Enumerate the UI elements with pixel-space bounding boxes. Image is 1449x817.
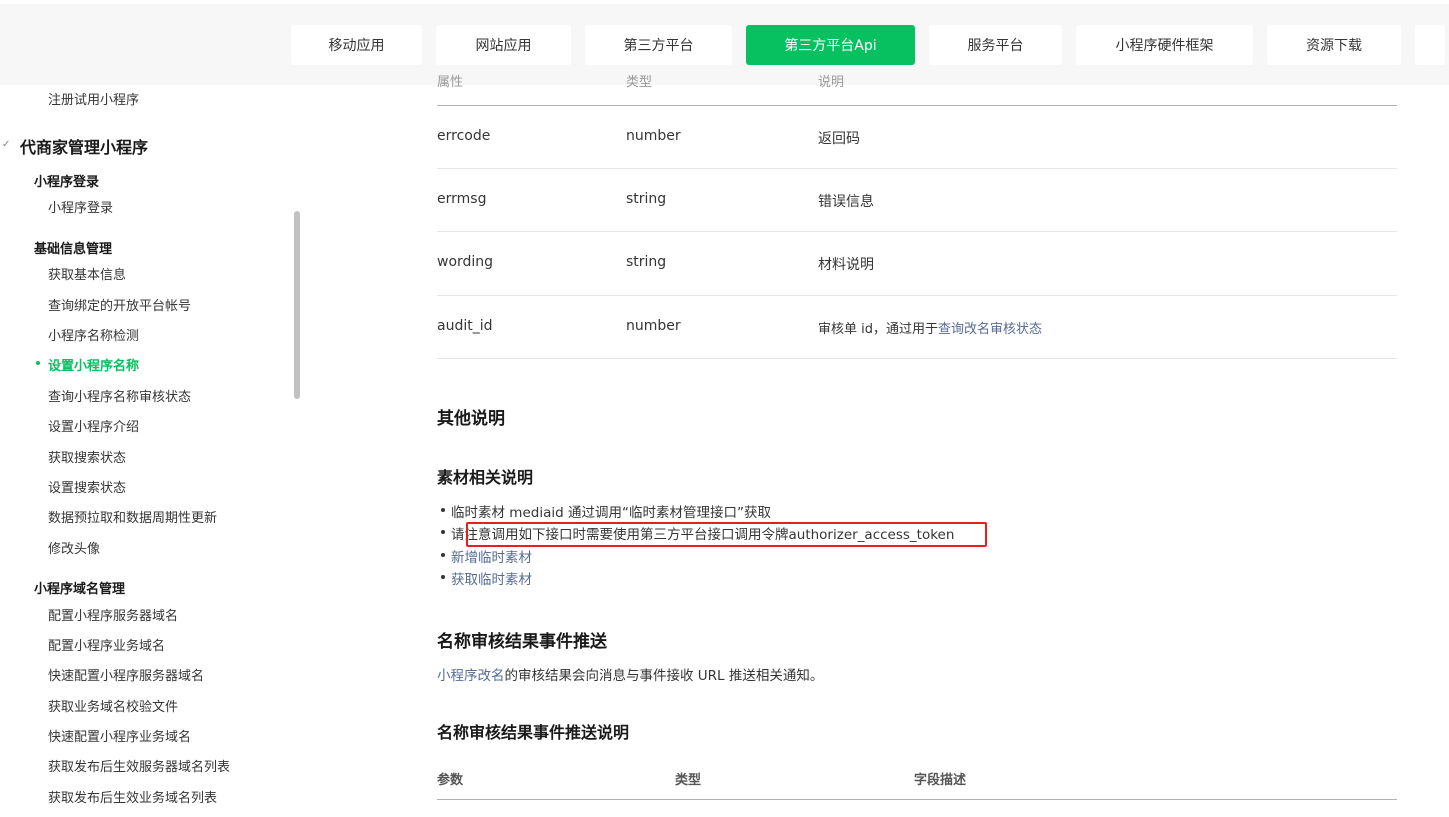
return-table-header: 属性 类型 说明: [437, 71, 1397, 106]
table-row: errcode number 返回码: [437, 106, 1397, 169]
sidebar-item-domain-verify-file[interactable]: 获取业务域名校验文件: [48, 696, 178, 715]
active-dot-icon: [36, 361, 40, 365]
sidebar-item-set-search-status[interactable]: 设置搜索状态: [48, 477, 126, 496]
tab-service-platform[interactable]: 服务平台: [929, 25, 1062, 65]
sidebar-item-name-check[interactable]: 小程序名称检测: [48, 325, 139, 344]
sidebar-item-register-trial[interactable]: 注册试用小程序: [48, 89, 139, 108]
sidebar-item-login[interactable]: 小程序登录: [48, 197, 113, 216]
tab-hardware-framework[interactable]: 小程序硬件框架: [1076, 25, 1253, 65]
cell-type: number: [626, 128, 681, 144]
cell-desc: 返回码: [818, 131, 860, 147]
sidebar-scrollbar[interactable]: [294, 211, 300, 399]
add-temp-material-link[interactable]: 新增临时素材: [441, 546, 532, 566]
event-detail-heading: 名称审核结果事件推送说明: [437, 723, 630, 742]
sidebar-item-query-open-account[interactable]: 查询绑定的开放平台帐号: [48, 295, 191, 314]
chevron-down-icon[interactable]: ✓: [2, 139, 10, 150]
table-row: audit_id number 审核单 id，通过用于查询改名审核状态: [437, 296, 1397, 359]
tab-website-app[interactable]: 网站应用: [436, 25, 571, 65]
table-row: errmsg string 错误信息: [437, 169, 1397, 232]
cell-name: errcode: [437, 128, 491, 144]
sidebar-item-effective-server-domains[interactable]: 获取发布后生效服务器域名列表: [48, 756, 230, 775]
table-row: wording string 材料说明: [437, 232, 1397, 296]
header-type: 类型: [626, 75, 653, 90]
sidebar-item-set-intro[interactable]: 设置小程序介绍: [48, 416, 139, 435]
sidebar-item-business-domain[interactable]: 配置小程序业务域名: [48, 635, 165, 654]
header-attribute: 属性: [437, 75, 464, 90]
event-push-heading: 名称审核结果事件推送: [437, 632, 607, 652]
sidebar-item-modify-avatar[interactable]: 修改头像: [48, 538, 100, 557]
get-temp-material-link[interactable]: 获取临时素材: [441, 568, 532, 588]
cell-desc: 错误信息: [818, 194, 874, 210]
header-type: 类型: [675, 773, 702, 788]
query-audit-status-link[interactable]: 查询改名审核状态: [938, 322, 1042, 337]
header-param: 参数: [437, 773, 464, 788]
sidebar-item-quick-server-domain[interactable]: 快速配置小程序服务器域名: [48, 665, 204, 684]
other-notes-heading: 其他说明: [437, 409, 505, 429]
list-item: 临时素材 mediaid 通过调用“临时素材管理接口”获取: [441, 501, 771, 521]
sidebar-item-effective-business-domains[interactable]: 获取发布后生效业务域名列表: [48, 787, 217, 806]
red-highlight-box: [466, 522, 987, 547]
cell-type: string: [626, 191, 667, 207]
event-push-description: 小程序改名的审核结果会向消息与事件接收 URL 推送相关通知。: [437, 664, 823, 684]
header-field-desc: 字段描述: [914, 773, 967, 788]
sidebar-item-get-basic-info[interactable]: 获取基本信息: [48, 264, 126, 283]
header-description: 说明: [818, 75, 845, 90]
sidebar-category-basic-info: 基础信息管理: [34, 242, 113, 257]
tab-overflow[interactable]: [1415, 25, 1445, 65]
tab-third-party-api[interactable]: 第三方平台Api: [746, 25, 915, 65]
cell-type: number: [626, 318, 681, 334]
tab-third-party-platform[interactable]: 第三方平台: [585, 25, 732, 65]
sidebar-item-quick-business-domain[interactable]: 快速配置小程序业务域名: [48, 726, 191, 745]
sidebar-nav: 注册试用小程序 ✓ 代商家管理小程序 小程序登录 小程序登录 基础信息管理 获取…: [0, 85, 291, 817]
cell-desc-text: 审核单 id，通过用于: [818, 322, 938, 337]
sidebar-category-login: 小程序登录: [34, 175, 100, 190]
sidebar-group-title[interactable]: 代商家管理小程序: [20, 134, 148, 158]
material-notes-heading: 素材相关说明: [437, 468, 534, 487]
event-table-header: 参数 类型 字段描述: [437, 769, 1397, 800]
cell-desc: 审核单 id，通过用于查询改名审核状态: [818, 318, 1042, 337]
event-push-description-text: 的审核结果会向消息与事件接收 URL 推送相关通知。: [504, 668, 824, 684]
sidebar-item-prefetch[interactable]: 数据预拉取和数据周期性更新: [48, 507, 217, 526]
sidebar-item-set-name[interactable]: 设置小程序名称: [48, 355, 139, 374]
top-nav-tabs: 移动应用 网站应用 第三方平台 第三方平台Api 服务平台 小程序硬件框架 资源…: [291, 25, 1445, 65]
cell-name: wording: [437, 254, 494, 270]
cell-type: string: [626, 254, 667, 270]
tab-mobile-app[interactable]: 移动应用: [291, 25, 422, 65]
cell-name: errmsg: [437, 191, 487, 207]
cell-name: audit_id: [437, 318, 493, 334]
tab-resource-download[interactable]: 资源下载: [1267, 25, 1401, 65]
rename-link[interactable]: 小程序改名: [437, 668, 505, 684]
sidebar-item-query-name-audit[interactable]: 查询小程序名称审核状态: [48, 386, 191, 405]
sidebar-item-server-domain[interactable]: 配置小程序服务器域名: [48, 605, 178, 624]
cell-desc: 材料说明: [818, 257, 874, 273]
main-content: 属性 类型 说明 errcode number 返回码 errmsg strin…: [437, 75, 1397, 817]
sidebar-item-get-search-status[interactable]: 获取搜索状态: [48, 447, 126, 466]
sidebar-category-domain: 小程序域名管理: [34, 582, 126, 597]
